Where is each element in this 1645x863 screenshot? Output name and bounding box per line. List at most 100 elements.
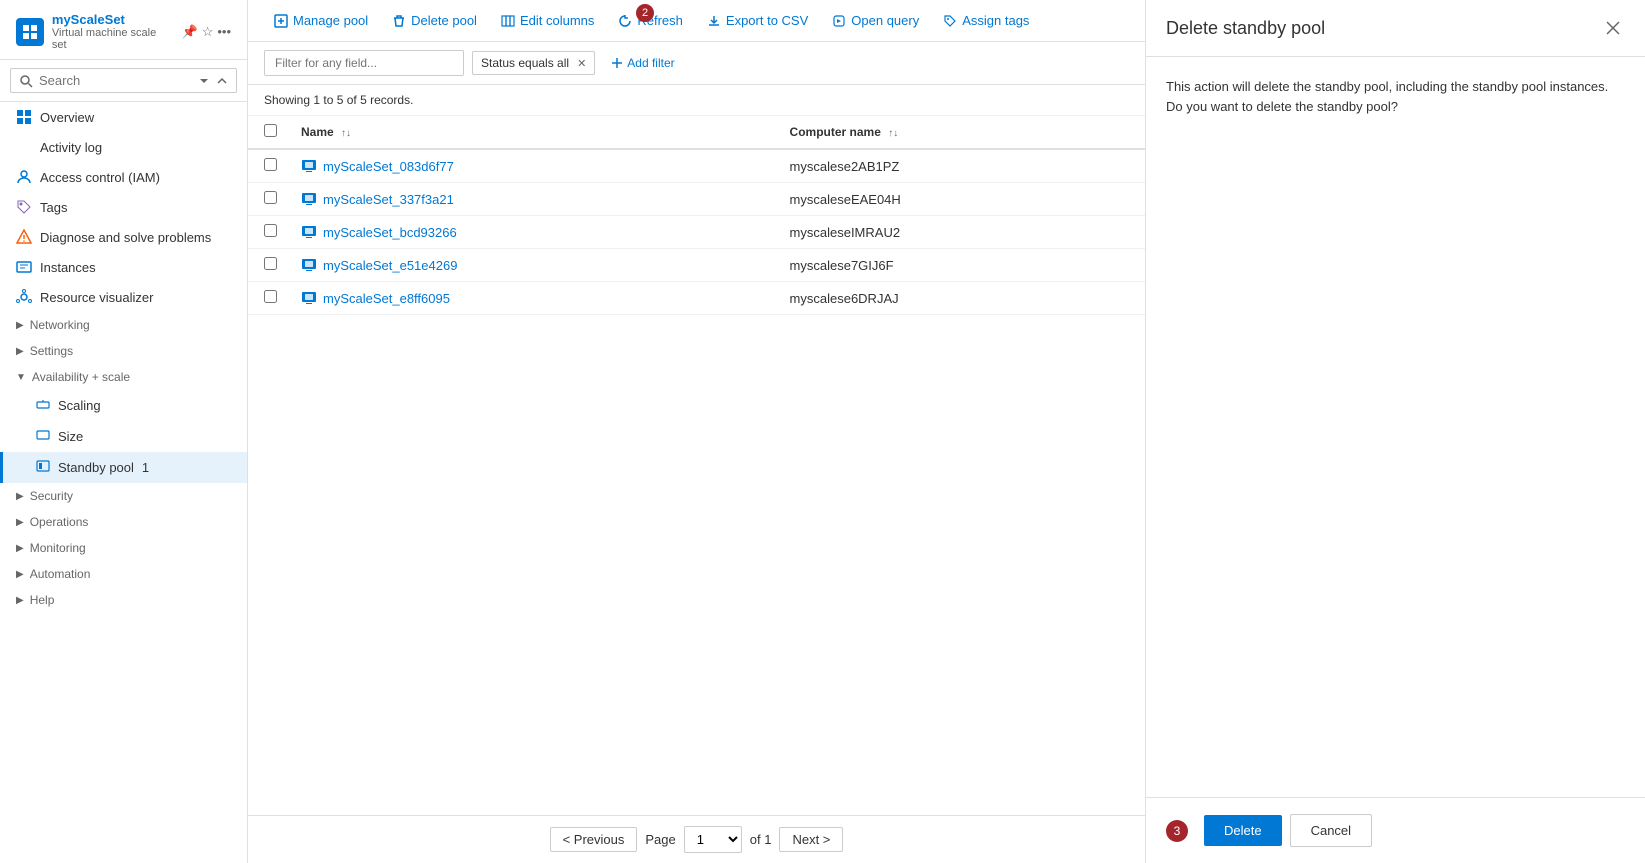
panel-badge: 3 [1166, 820, 1188, 842]
status-filter-tag: Status equals all ✕ [472, 51, 595, 75]
assign-tags-button[interactable]: Assign tags [933, 8, 1039, 33]
sidebar-item-networking[interactable]: ▶ Networking [0, 312, 247, 338]
page-info: Page [645, 832, 675, 847]
activity-icon [16, 139, 32, 155]
resource-visualizer-label: Resource visualizer [40, 290, 153, 305]
more-icon[interactable]: ••• [217, 24, 231, 40]
records-count: Showing 1 to 5 of 5 records. [248, 85, 1145, 116]
add-filter-button[interactable]: Add filter [603, 52, 682, 74]
sidebar-item-iam[interactable]: Access control (IAM) [0, 162, 247, 192]
computer-name-sort-icon: ↑↓ [888, 128, 898, 139]
row-checkbox-4[interactable] [264, 290, 277, 303]
filter-close-icon[interactable]: ✕ [577, 57, 586, 70]
delete-pool-icon [392, 14, 406, 28]
sidebar-item-availability-scale[interactable]: ▼ Availability + scale [0, 364, 247, 390]
brand-subtitle: Virtual machine scale set [52, 27, 174, 51]
sidebar-item-security[interactable]: ▶ Security [0, 483, 247, 509]
expand-icon[interactable] [216, 75, 228, 87]
edit-columns-button[interactable]: Edit columns [491, 8, 604, 33]
delete-pool-button[interactable]: Delete pool [382, 8, 487, 33]
manage-pool-button[interactable]: Manage pool [264, 8, 378, 33]
sidebar-item-instances[interactable]: Instances [0, 252, 247, 282]
pin-icon[interactable]: 📌 [182, 24, 198, 40]
sidebar-item-tags[interactable]: Tags [0, 192, 247, 222]
instance-link-3[interactable]: myScaleSet_e51e4269 [301, 257, 758, 273]
page-select[interactable]: 1 [684, 826, 742, 853]
table-row: myScaleSet_e51e4269 myscalese7GIJ6F [248, 249, 1145, 282]
name-sort-icon: ↑↓ [341, 128, 351, 139]
delete-panel: Delete standby pool This action will del… [1145, 0, 1645, 863]
instances-icon [16, 259, 32, 275]
status-filter-label: Status equals all [481, 56, 569, 70]
edit-columns-icon [501, 14, 515, 28]
sidebar-item-standby-pool[interactable]: Standby pool 1 [0, 452, 247, 483]
vm-icon-0 [301, 158, 317, 174]
toolbar: Manage pool Delete pool 2 Edit columns R… [248, 0, 1145, 42]
filter-input[interactable] [264, 50, 464, 76]
panel-description: This action will delete the standby pool… [1166, 77, 1625, 116]
sidebar-item-monitoring[interactable]: ▶ Monitoring [0, 535, 247, 561]
next-button[interactable]: Next > [779, 827, 843, 852]
panel-title: Delete standby pool [1166, 18, 1325, 39]
vm-icon-2 [301, 224, 317, 240]
computer-name-col-header[interactable]: Computer name ↑↓ [774, 116, 1145, 149]
operations-label: Operations [30, 515, 89, 529]
select-all-checkbox[interactable] [264, 124, 277, 137]
instance-link-4[interactable]: myScaleSet_e8ff6095 [301, 290, 758, 306]
sidebar-item-settings[interactable]: ▶ Settings [0, 338, 247, 364]
sidebar-item-diagnose[interactable]: Diagnose and solve problems [0, 222, 247, 252]
instance-link-2[interactable]: myScaleSet_bcd93266 [301, 224, 758, 240]
sidebar-item-scaling[interactable]: Scaling [0, 390, 247, 421]
instances-label: Instances [40, 260, 96, 275]
sidebar: myScaleSet Virtual machine scale set 📌 ☆… [0, 0, 248, 863]
help-chevron: ▶ [16, 595, 24, 606]
filter-bar: Status equals all ✕ Add filter [248, 42, 1145, 85]
open-query-button[interactable]: Open query [822, 8, 929, 33]
delete-confirm-button[interactable]: Delete [1204, 815, 1282, 846]
panel-header: Delete standby pool [1146, 0, 1645, 57]
standby-pool-label: Standby pool [58, 460, 134, 475]
sidebar-item-overview[interactable]: Overview [0, 102, 247, 132]
computer-name-4: myscalese6DRJAJ [774, 282, 1145, 315]
search-icon [19, 74, 33, 88]
instance-link-1[interactable]: myScaleSet_337f3a21 [301, 191, 758, 207]
row-checkbox-0[interactable] [264, 158, 277, 171]
scaling-label: Scaling [58, 398, 101, 413]
toolbar-badge: 2 [636, 4, 654, 22]
row-checkbox-1[interactable] [264, 191, 277, 204]
manage-pool-icon [274, 14, 288, 28]
collapse-icon[interactable] [198, 75, 210, 87]
availability-chevron: ▼ [16, 372, 26, 383]
sidebar-item-automation[interactable]: ▶ Automation [0, 561, 247, 587]
help-label: Help [30, 593, 55, 607]
sidebar-item-help[interactable]: ▶ Help [0, 587, 247, 613]
sidebar-item-size[interactable]: Size [0, 421, 247, 452]
instance-link-0[interactable]: myScaleSet_083d6f77 [301, 158, 758, 174]
cancel-button[interactable]: Cancel [1290, 814, 1372, 847]
of-label: of 1 [750, 832, 772, 847]
overview-label: Overview [40, 110, 94, 125]
assign-tags-icon [943, 14, 957, 28]
panel-close-button[interactable] [1601, 16, 1625, 40]
export-csv-button[interactable]: Export to CSV [697, 8, 818, 33]
search-input[interactable] [39, 73, 192, 88]
star-icon[interactable]: ☆ [202, 24, 214, 40]
vm-icon-3 [301, 257, 317, 273]
panel-body: This action will delete the standby pool… [1146, 57, 1645, 797]
sidebar-item-operations[interactable]: ▶ Operations [0, 509, 247, 535]
previous-button[interactable]: < Previous [550, 827, 638, 852]
automation-chevron: ▶ [16, 569, 24, 580]
row-checkbox-2[interactable] [264, 224, 277, 237]
select-all-col [248, 116, 285, 149]
export-csv-icon [707, 14, 721, 28]
operations-chevron: ▶ [16, 517, 24, 528]
sidebar-item-resource-visualizer[interactable]: Resource visualizer [0, 282, 247, 312]
name-col-header[interactable]: Name ↑↓ [285, 116, 774, 149]
sidebar-item-activity-log[interactable]: Activity log [0, 132, 247, 162]
standby-pool-icon [36, 459, 50, 476]
monitoring-label: Monitoring [30, 541, 86, 555]
row-checkbox-3[interactable] [264, 257, 277, 270]
security-label: Security [30, 489, 73, 503]
table-row: myScaleSet_337f3a21 myscaleseEAE04H [248, 183, 1145, 216]
settings-chevron: ▶ [16, 346, 24, 357]
